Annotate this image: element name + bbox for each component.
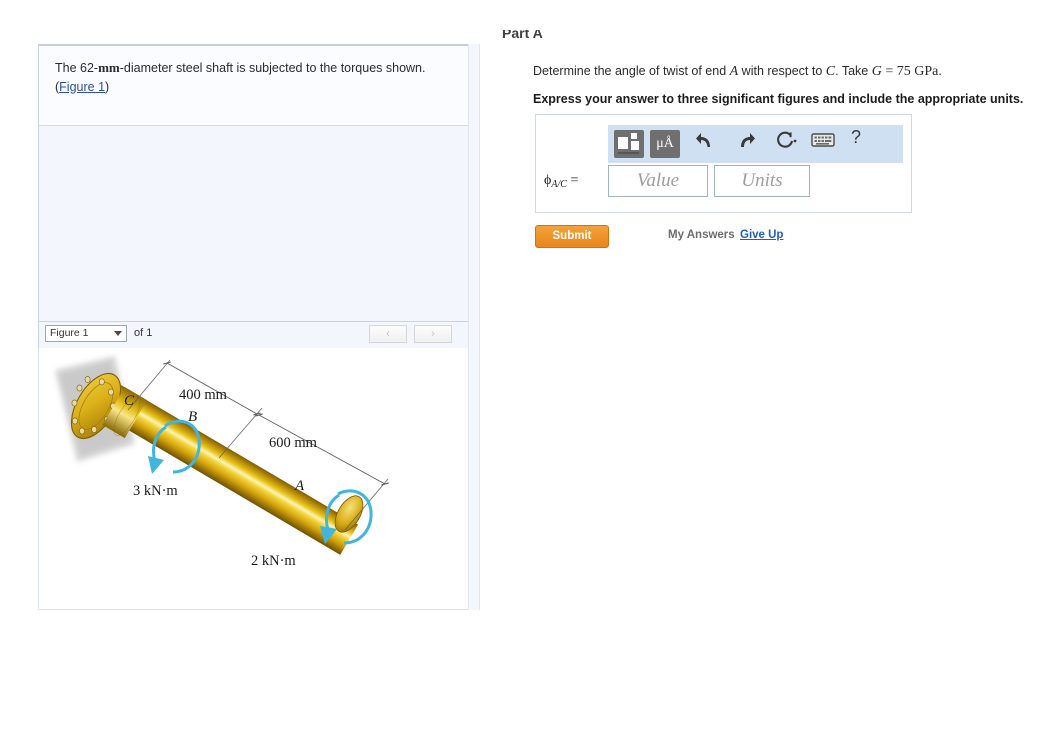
question-take: . Take [835,64,872,78]
figure-1-link[interactable]: Figure 1 [59,80,105,94]
submit-button[interactable]: Submit [535,225,609,248]
reset-circle-icon[interactable] [776,131,798,156]
label-point-a: A [294,478,305,494]
question-mid: with respect to [738,64,826,78]
undo-arrow-icon[interactable] [696,131,716,156]
math-template-icon[interactable] [614,130,644,163]
shaft-torque-diagram: C B A 400 mm 600 mm 3 kN·m 2 kN·m [55,356,389,569]
figure-canvas: C B A 400 mm 600 mm 3 kN·m 2 kN·m [38,348,470,610]
problem-unit-bold: mm [98,60,120,75]
part-header: Part A [502,30,543,41]
units-input[interactable]: Units [714,165,810,197]
problem-text-after: -diameter steel shaft is subjected to th… [119,61,426,75]
dimension-400mm: 400 mm [179,387,228,403]
problem-column: The 62-mm-diameter steel shaft is subjec… [38,44,480,610]
figure-link-row: (Figure 1) [55,78,453,96]
chevron-right-icon: › [431,328,435,340]
torque-label-a: 2 kN·m [251,553,296,569]
problem-statement: The 62-mm-diameter steel shaft is subjec… [39,46,469,126]
question-var-g: G [871,64,882,79]
answer-symbol-label: ϕA/C = [544,173,578,190]
figure-select-value: Figure 1 [50,327,89,339]
math-toolbar: μÅ ? [608,125,903,163]
micro-angstrom-icon[interactable]: μÅ [650,130,680,158]
micro-angstrom-label: μÅ [656,136,674,151]
question-value-g: = 75 GPa [881,64,939,79]
figure-prev-button[interactable]: ‹ [369,325,407,343]
give-up-link[interactable]: Give Up [740,229,783,241]
keyboard-icon[interactable] [811,131,835,154]
my-answers-link[interactable]: My Answers [668,229,735,241]
redo-arrow-icon[interactable] [738,131,758,156]
phi-equals: = [566,173,579,188]
answer-instruction: Express your answer to three significant… [533,92,1024,106]
torque-arrowhead-b [148,456,164,474]
question-prefix: Determine the angle of twist of end [533,64,730,78]
problem-text: The 62-mm-diameter steel shaft is subjec… [55,60,453,77]
question-period: . [938,64,942,78]
help-question-icon[interactable]: ? [851,127,861,148]
question-prompt: Determine the angle of twist of end A wi… [533,64,942,80]
label-point-c: C [124,393,135,409]
chevron-left-icon: ‹ [386,328,390,340]
problem-text-before: The 62- [55,61,99,75]
question-var-c: C [825,64,836,79]
paren-close: ) [105,79,110,94]
answer-entry-panel: μÅ ? ϕA/C = Value Units [535,114,912,213]
figure-select-dropdown[interactable]: Figure 1 [45,325,127,342]
figure-count-label: of 1 [134,327,153,339]
label-point-b: B [188,409,197,425]
torque-label-b: 3 kN·m [133,483,178,499]
dimension-600mm: 600 mm [269,435,318,451]
panel-scroll-strip[interactable] [468,44,480,610]
phi-subscript: A/C [551,179,567,190]
value-input[interactable]: Value [608,165,708,197]
question-var-a: A [729,64,739,79]
figure-navigation-bar: Figure 1 of 1 ‹ › [38,322,470,348]
chevron-down-icon [114,331,122,336]
problem-panel: The 62-mm-diameter steel shaft is subjec… [38,44,470,322]
figure-next-button[interactable]: › [414,325,452,343]
